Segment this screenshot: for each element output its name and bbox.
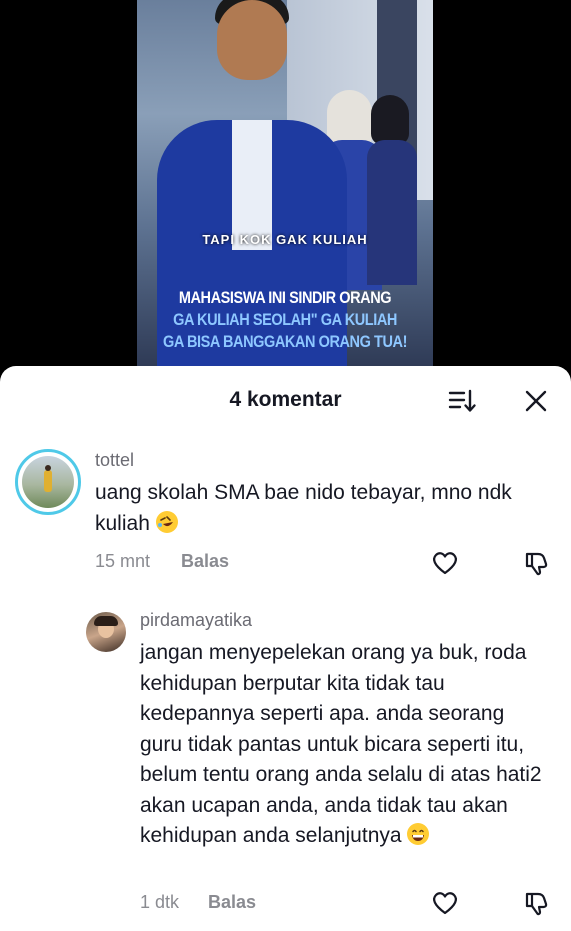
like-heart-icon[interactable] — [430, 888, 460, 918]
reply-button[interactable]: Balas — [181, 551, 229, 572]
reply-button[interactable]: Balas — [208, 892, 256, 913]
headline-line: MAHASISWA INI SINDIR ORANG — [178, 289, 392, 307]
video-player[interactable]: TAPI KOK GAK KULIAH MAHASISWA INI SINDIR… — [0, 0, 571, 380]
dislike-icon[interactable] — [522, 888, 552, 918]
avatar[interactable] — [15, 449, 81, 515]
sort-icon[interactable] — [448, 388, 478, 414]
comment-time: 15 mnt — [95, 551, 151, 571]
comment-username[interactable]: pirdamayatika — [140, 610, 252, 631]
comment-text: jangan menyepelekan orang ya buk, roda k… — [140, 638, 550, 852]
comment-text: uang skolah SMA bae nido tebayar, mno nd… — [95, 478, 545, 539]
comment-body: jangan menyepelekan orang ya buk, roda k… — [140, 641, 542, 847]
video-frame: TAPI KOK GAK KULIAH MAHASISWA INI SINDIR… — [137, 0, 433, 380]
comments-sheet: 4 komentar tottel uang skolah SMA bae ni… — [0, 366, 571, 931]
comments-count-title: 4 komentar — [229, 388, 342, 411]
rolling-laughing-emoji-icon — [155, 510, 178, 533]
grinning-face-emoji-icon — [407, 823, 430, 845]
video-caption: TAPI KOK GAK KULIAH — [202, 232, 368, 247]
like-heart-icon[interactable] — [430, 548, 460, 578]
dislike-icon[interactable] — [522, 548, 552, 578]
comment-item: tottel uang skolah SMA bae nido tebayar,… — [0, 446, 571, 586]
avatar[interactable] — [86, 612, 126, 652]
headline-line: GA BISA BANGGAKAN ORANG TUA! — [163, 333, 407, 351]
student-figure — [367, 95, 417, 285]
headline-line: GA KULIAH SEOLAH" GA KULIAH — [173, 311, 397, 329]
video-headline: MAHASISWA INI SINDIR ORANG GA KULIAH SEO… — [155, 287, 415, 353]
comment-time: 1 dtk — [140, 892, 180, 912]
comment-item: pirdamayatika jangan menyepelekan orang … — [0, 606, 571, 926]
close-icon[interactable] — [523, 388, 549, 414]
comment-username[interactable]: tottel — [95, 450, 134, 471]
